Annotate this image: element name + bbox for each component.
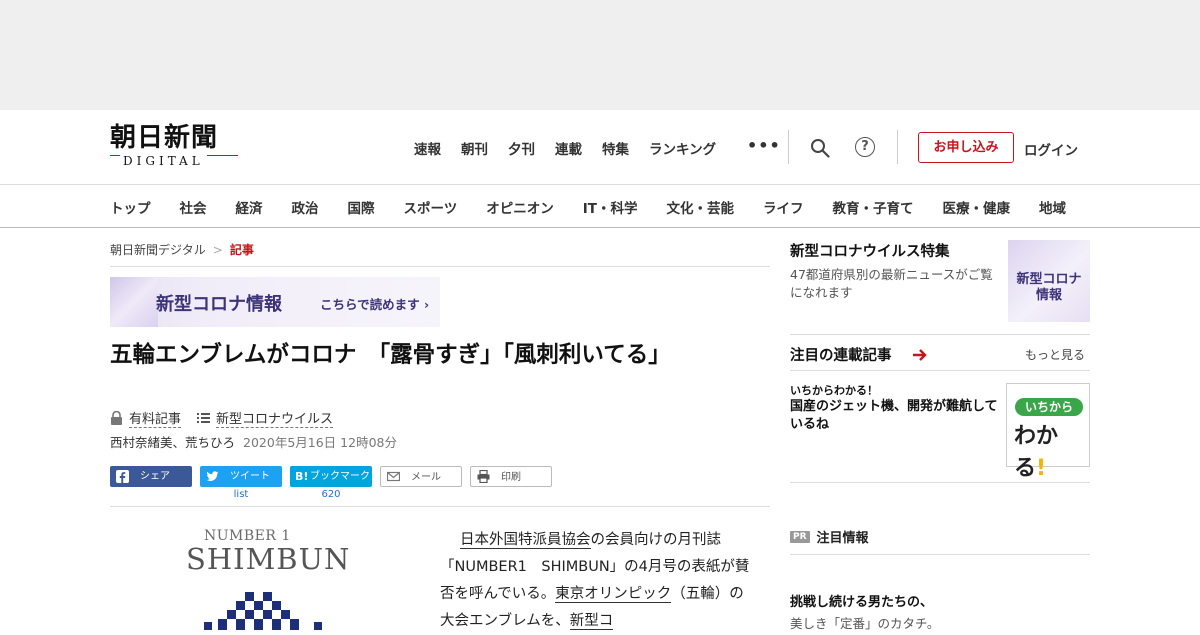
feature-description: 47都道府県別の最新ニュースがご覧になれます bbox=[790, 267, 993, 300]
advertisement-area bbox=[0, 0, 1200, 110]
pr-item-subtitle: 美しき「定番」のカタチ。 bbox=[790, 616, 940, 631]
category-education[interactable]: 教育・子育て bbox=[832, 197, 913, 217]
category-life[interactable]: ライフ bbox=[763, 197, 804, 217]
divider bbox=[790, 370, 1090, 371]
printer-icon bbox=[477, 470, 490, 483]
wakaru-thumbnail[interactable]: いちから わかる! bbox=[1006, 383, 1090, 481]
topnav-item-rensai[interactable]: 連載 bbox=[555, 138, 582, 158]
corona-info-banner[interactable]: 新型コロナ情報 こちらで読めます › bbox=[110, 277, 440, 327]
category-international[interactable]: 国際 bbox=[348, 197, 375, 217]
category-health[interactable]: 医療・健康 bbox=[942, 197, 1010, 217]
hatena-label: ブックマーク bbox=[310, 471, 370, 482]
topnav-item-tokushu[interactable]: 特集 bbox=[602, 138, 629, 158]
category-it-science[interactable]: IT・科学 bbox=[583, 197, 638, 217]
asahi-logo[interactable]: 朝日新聞 DIGITAL bbox=[110, 124, 240, 168]
hatena-bookmark-button[interactable]: B! ブックマーク bbox=[290, 466, 372, 487]
breadcrumb-home[interactable]: 朝日新聞デジタル bbox=[110, 243, 206, 257]
breadcrumb-separator: > bbox=[212, 243, 223, 257]
header-divider bbox=[788, 130, 789, 164]
hatena-icon: B! bbox=[295, 470, 309, 483]
see-more-link[interactable]: もっと見る bbox=[1025, 346, 1085, 363]
corona-thumbnail[interactable]: 新型コロナ 情報 bbox=[1008, 240, 1090, 322]
paid-article-label[interactable]: 有料記事 bbox=[129, 408, 182, 428]
pr-item-title[interactable]: 挑戦し続ける男たちの、 bbox=[790, 591, 933, 610]
help-icon[interactable]: ? bbox=[855, 137, 875, 157]
category-society[interactable]: 社会 bbox=[180, 197, 207, 217]
category-economy[interactable]: 経済 bbox=[236, 197, 263, 217]
list-icon bbox=[197, 413, 211, 423]
divider bbox=[790, 334, 1090, 335]
more-menu-icon[interactable]: ••• bbox=[747, 136, 781, 155]
print-label: 印刷 bbox=[501, 472, 521, 483]
category-local[interactable]: 地域 bbox=[1039, 197, 1066, 217]
magazine-cover-image[interactable]: NUMBER 1 SHIMBUN bbox=[160, 526, 370, 630]
search-icon[interactable] bbox=[810, 138, 830, 158]
topic-link[interactable]: 新型コロナウイルス bbox=[216, 408, 334, 428]
pr-badge: PR bbox=[790, 530, 810, 543]
link-corona[interactable]: 新型コ bbox=[569, 613, 614, 630]
lock-icon bbox=[111, 411, 122, 425]
article-tags: 有料記事 新型コロナウイルス bbox=[110, 408, 334, 428]
divider bbox=[110, 506, 770, 507]
article-byline: 西村奈緒美、荒ちひろ 2020年5月16日 12時08分 bbox=[110, 432, 397, 451]
article-body: 日本外国特派員協会の会員向けの月刊誌「NUMBER1 SHIMBUN」の4月号の… bbox=[440, 527, 752, 635]
article-date: 2020年5月16日 12時08分 bbox=[243, 435, 397, 450]
login-link[interactable]: ログイン bbox=[1024, 139, 1078, 159]
category-sports[interactable]: スポーツ bbox=[404, 197, 458, 217]
divider bbox=[110, 266, 770, 267]
category-nav: トップ 社会 経済 政治 国際 スポーツ オピニオン IT・科学 文化・芸能 ラ… bbox=[0, 184, 1200, 228]
wakaru-logo: わかる! bbox=[1014, 424, 1059, 481]
article-headline: 五輪エンブレムがコロナ 「露骨すぎ」「風刺利いてる」 bbox=[110, 342, 671, 368]
divider bbox=[790, 554, 1090, 555]
breadcrumb: 朝日新聞デジタル > 記事 bbox=[110, 241, 254, 258]
header-divider bbox=[897, 130, 898, 164]
mail-icon bbox=[387, 471, 400, 482]
facebook-label: シェア bbox=[140, 471, 170, 482]
print-button[interactable]: 印刷 bbox=[470, 466, 552, 487]
twitter-count[interactable]: list bbox=[200, 489, 282, 500]
banner-link: こちらで読めます › bbox=[320, 297, 430, 312]
topnav-item-choukan[interactable]: 朝刊 bbox=[461, 138, 488, 158]
category-culture[interactable]: 文化・芸能 bbox=[666, 197, 734, 217]
twitter-share-button[interactable]: ツイート bbox=[200, 466, 282, 487]
category-opinion[interactable]: オピニオン bbox=[486, 197, 554, 217]
pr-title: 注目情報 bbox=[816, 531, 869, 546]
cover-shimbun: SHIMBUN bbox=[186, 542, 351, 576]
feature-title: 新型コロナウイルス特集 bbox=[790, 244, 950, 260]
thumb-line2: 情報 bbox=[1035, 288, 1062, 303]
facebook-share-button[interactable]: シェア bbox=[110, 466, 192, 487]
twitter-label: ツイート bbox=[230, 471, 270, 482]
logo-wordmark: 朝日新聞 bbox=[110, 123, 219, 153]
banner-title: 新型コロナ情報 bbox=[156, 294, 282, 315]
series-heading: 注目の連載記事 bbox=[790, 348, 892, 364]
series-item-link[interactable]: 国産のジェット機、開発が難航しているね bbox=[790, 398, 1002, 434]
series-kicker: いちからわかる！ bbox=[790, 384, 878, 397]
category-politics[interactable]: 政治 bbox=[292, 197, 319, 217]
facebook-icon bbox=[116, 470, 129, 483]
divider bbox=[790, 482, 1090, 483]
article-authors: 西村奈緒美、荒ちひろ bbox=[110, 435, 236, 450]
subscribe-button[interactable]: お申し込み bbox=[918, 132, 1014, 163]
mail-share-button[interactable]: メール bbox=[380, 466, 462, 487]
topnav-item-sokuho[interactable]: 速報 bbox=[414, 138, 441, 158]
masthead: 朝日新聞 DIGITAL 速報 朝刊 夕刊 連載 特集 ランキング ••• ? … bbox=[0, 110, 1200, 185]
topnav-item-yuukan[interactable]: 夕刊 bbox=[508, 138, 535, 158]
topnav-item-ranking[interactable]: ランキング bbox=[649, 138, 716, 158]
emblem-graphic-icon bbox=[204, 592, 322, 630]
top-nav: 速報 朝刊 夕刊 連載 特集 ランキング bbox=[414, 138, 736, 158]
wakaru-pill: いちから bbox=[1015, 398, 1083, 416]
category-top[interactable]: トップ bbox=[110, 197, 151, 217]
mail-label: メール bbox=[411, 472, 441, 483]
pr-heading: PR 注目情報 bbox=[790, 527, 869, 546]
link-tokyo-olympics[interactable]: 東京オリンピック bbox=[555, 586, 672, 603]
link-fccj[interactable]: 日本外国特派員協会 bbox=[460, 532, 591, 549]
breadcrumb-current: 記事 bbox=[229, 243, 254, 257]
twitter-icon bbox=[206, 471, 219, 481]
logo-digital: DIGITAL bbox=[120, 154, 207, 168]
hatena-count[interactable]: 620 bbox=[290, 489, 372, 500]
banner-decoration bbox=[110, 277, 158, 327]
arrow-right-icon bbox=[913, 349, 927, 361]
